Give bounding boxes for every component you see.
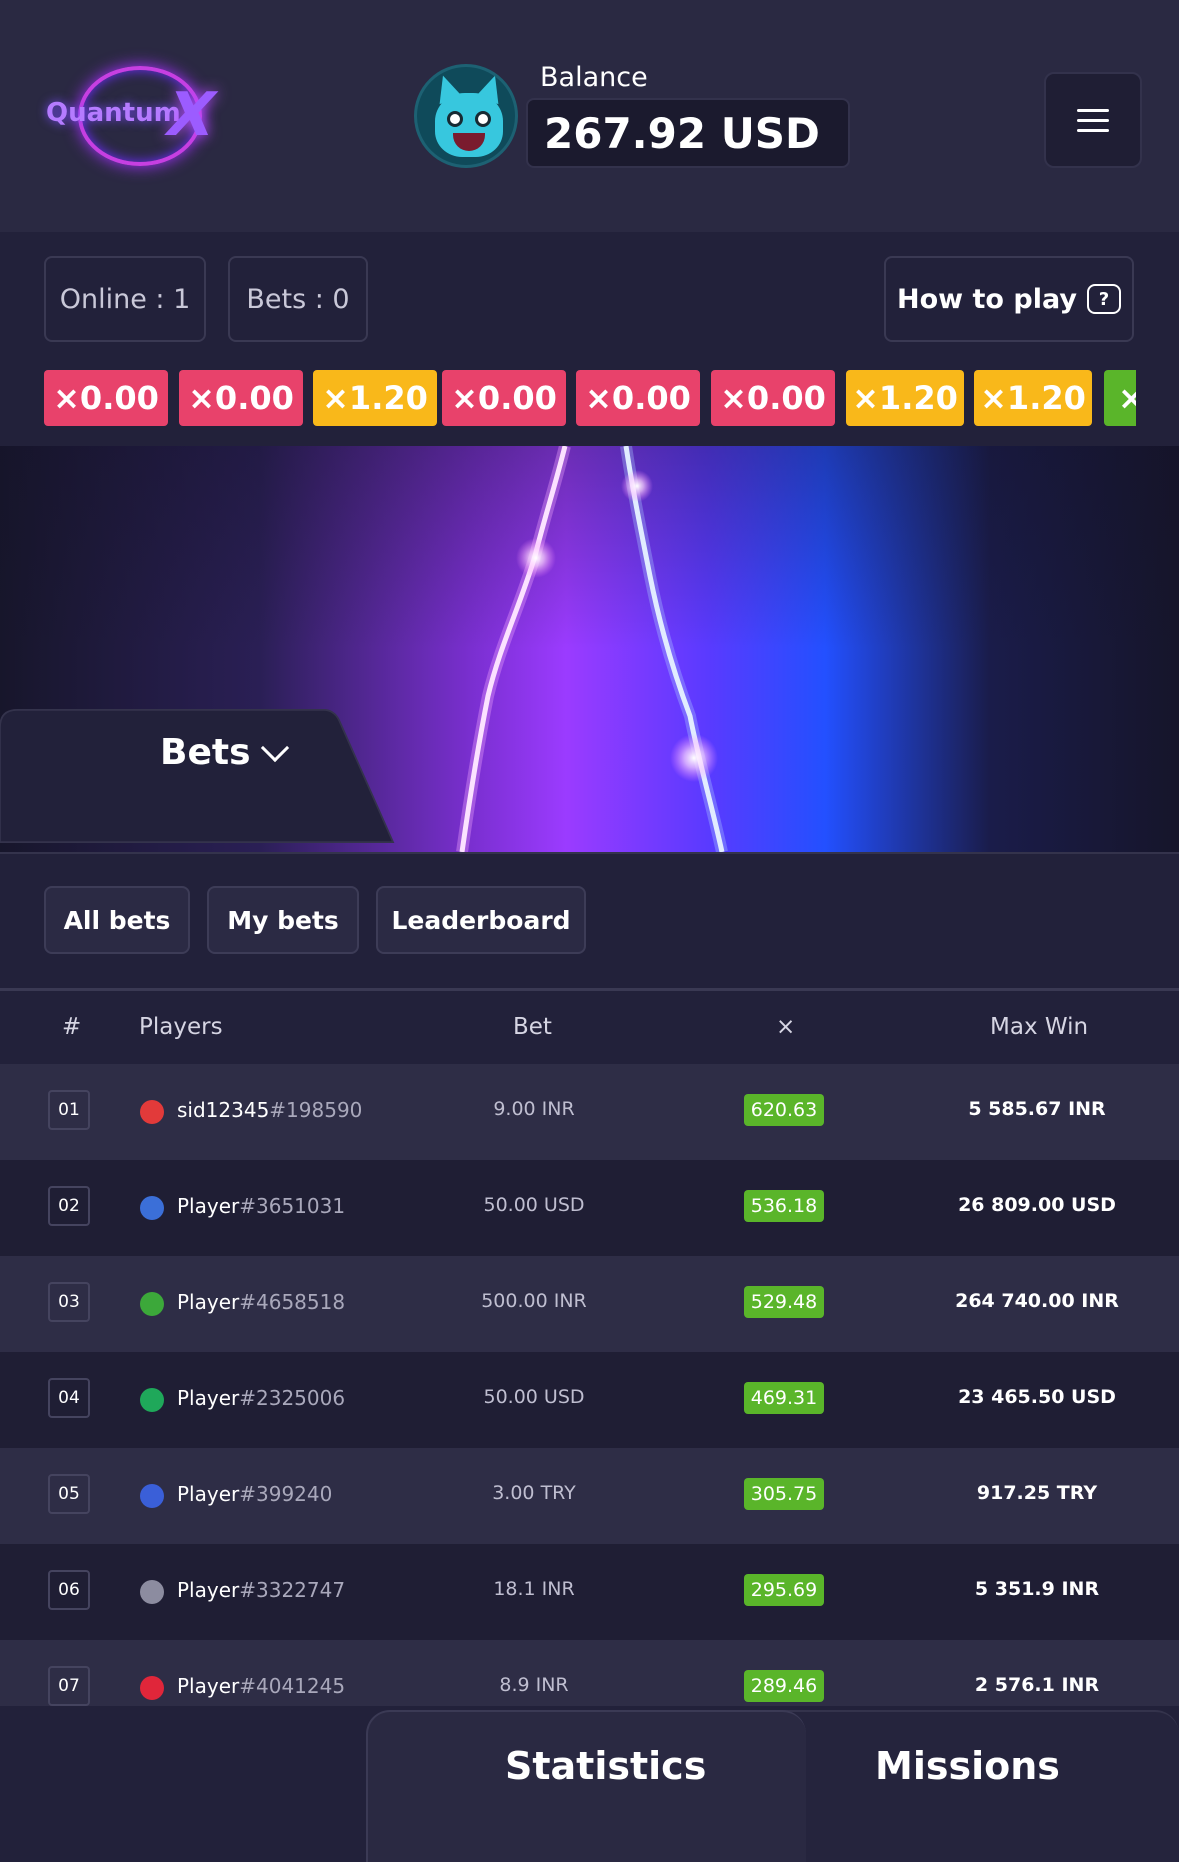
- multiplier-badge: 536.18: [744, 1190, 824, 1222]
- table-row[interactable]: 02 Player#3651031 50.00 USD 536.18 26 80…: [0, 1160, 1179, 1256]
- hamburger-menu-button[interactable]: [1044, 72, 1142, 168]
- logo-text: Quantum: [46, 98, 181, 128]
- online-count: Online : 1: [44, 256, 206, 342]
- tab-my-bets[interactable]: My bets: [207, 886, 359, 954]
- multiplier-chip: ×1.20: [846, 370, 964, 426]
- chevron-down-icon: [260, 733, 289, 762]
- max-win: 264 740.00 INR: [955, 1290, 1119, 1312]
- multiplier-chip: ×0.00: [576, 370, 700, 426]
- bet-amount: 8.9 INR: [499, 1674, 569, 1696]
- quantumx-logo[interactable]: Quantum X: [40, 62, 223, 172]
- hamburger-icon: [1077, 108, 1109, 112]
- max-win: 23 465.50 USD: [958, 1386, 1116, 1408]
- mushroom-icon: [140, 1100, 164, 1124]
- player-name: Player#2325006: [177, 1386, 346, 1410]
- bet-amount: 18.1 INR: [493, 1578, 575, 1600]
- multiplier-badge: 620.63: [744, 1094, 824, 1126]
- column-max-win: Max Win: [990, 1014, 1089, 1040]
- multiplier-history: ×0.00 ×0.00 ×1.20 ×0.00 ×0.00 ×0.00 ×1.2…: [44, 370, 1136, 426]
- hamburger-icon: [1077, 118, 1109, 122]
- bet-amount: 9.00 INR: [493, 1098, 575, 1120]
- tab-all-bets[interactable]: All bets: [44, 886, 190, 954]
- player-name: sid12345#198590: [177, 1098, 363, 1122]
- avatar-eye: [447, 111, 463, 127]
- multiplier-chip: ×0.00: [711, 370, 835, 426]
- dragon-icon: [140, 1676, 164, 1700]
- bets-count: Bets : 0: [228, 256, 368, 342]
- player-name: Player#3322747: [177, 1578, 346, 1602]
- rank-badge: 03: [48, 1282, 90, 1322]
- bets-panel-title: Bets: [160, 732, 251, 773]
- rank-badge: 04: [48, 1378, 90, 1418]
- max-win: 5 351.9 INR: [974, 1578, 1100, 1600]
- player-name: Player#3651031: [177, 1194, 346, 1218]
- gem-icon: [140, 1388, 164, 1412]
- astronaut-icon: [140, 1196, 164, 1220]
- multiplier-badge: 529.48: [744, 1286, 824, 1318]
- multiplier-badge: 469.31: [744, 1382, 824, 1414]
- max-win: 917.25 TRY: [976, 1482, 1098, 1504]
- player-name: Player#399240: [177, 1482, 333, 1506]
- player-name: Player#4658518: [177, 1290, 346, 1314]
- rank-badge: 06: [48, 1570, 90, 1610]
- table-row[interactable]: 04 Player#2325006 50.00 USD 469.31 23 46…: [0, 1352, 1179, 1448]
- divider: [0, 988, 1179, 991]
- multiplier-chip: ×: [1104, 370, 1136, 426]
- table-row[interactable]: 06 Player#3322747 18.1 INR 295.69 5 351.…: [0, 1544, 1179, 1640]
- multiplier-badge: 289.46: [744, 1670, 824, 1702]
- table-row[interactable]: 05 Player#399240 3.00 TRY 305.75 917.25 …: [0, 1448, 1179, 1544]
- column-players: Players: [139, 1014, 223, 1040]
- balance-value: 267.92 USD: [526, 98, 850, 168]
- how-to-play-button[interactable]: How to play ?: [884, 256, 1134, 342]
- column-multiplier: ×: [776, 1014, 796, 1040]
- max-win: 2 576.1 INR: [974, 1674, 1100, 1696]
- column-rank: #: [62, 1014, 82, 1040]
- bet-amount: 500.00 INR: [481, 1290, 587, 1312]
- bet-amount: 3.00 TRY: [492, 1482, 576, 1504]
- table-row[interactable]: 03 Player#4658518 500.00 INR 529.48 264 …: [0, 1256, 1179, 1352]
- bets-panel-toggle[interactable]: Bets: [160, 732, 289, 773]
- rocket-icon: [140, 1484, 164, 1508]
- avatar-eye: [475, 111, 491, 127]
- multiplier-chip: ×0.00: [442, 370, 566, 426]
- how-to-play-label: How to play: [897, 283, 1077, 315]
- statistics-label: Statistics: [505, 1744, 707, 1788]
- multiplier-badge: 295.69: [744, 1574, 824, 1606]
- rank-badge: 02: [48, 1186, 90, 1226]
- rank-badge: 05: [48, 1474, 90, 1514]
- bets-panel-tab-shape: [0, 709, 395, 843]
- multiplier-chip: ×0.00: [179, 370, 303, 426]
- column-bet: Bet: [513, 1014, 552, 1040]
- rank-badge: 01: [48, 1090, 90, 1130]
- multiplier-chip: ×1.20: [974, 370, 1092, 426]
- hamburger-icon: [1077, 128, 1109, 132]
- balance-label: Balance: [540, 62, 648, 93]
- multiplier-chip: ×1.20: [313, 370, 437, 426]
- multiplier-badge: 305.75: [744, 1478, 824, 1510]
- alien-icon: [140, 1292, 164, 1316]
- missions-label: Missions: [875, 1744, 1060, 1788]
- rank-badge: 07: [48, 1666, 90, 1706]
- max-win: 5 585.67 INR: [968, 1098, 1106, 1120]
- player-name: Player#4041245: [177, 1674, 346, 1698]
- bet-amount: 50.00 USD: [483, 1194, 585, 1216]
- bet-amount: 50.00 USD: [483, 1386, 585, 1408]
- table-row[interactable]: 01 sid12345#198590 9.00 INR 620.63 5 585…: [0, 1064, 1179, 1160]
- help-chat-icon: ?: [1086, 284, 1121, 314]
- avatar[interactable]: [414, 64, 518, 168]
- ninja-icon: [140, 1580, 164, 1604]
- table-header: # Players Bet × Max Win: [0, 992, 1179, 1064]
- multiplier-chip: ×0.00: [44, 370, 168, 426]
- tab-leaderboard[interactable]: Leaderboard: [376, 886, 586, 954]
- max-win: 26 809.00 USD: [958, 1194, 1116, 1216]
